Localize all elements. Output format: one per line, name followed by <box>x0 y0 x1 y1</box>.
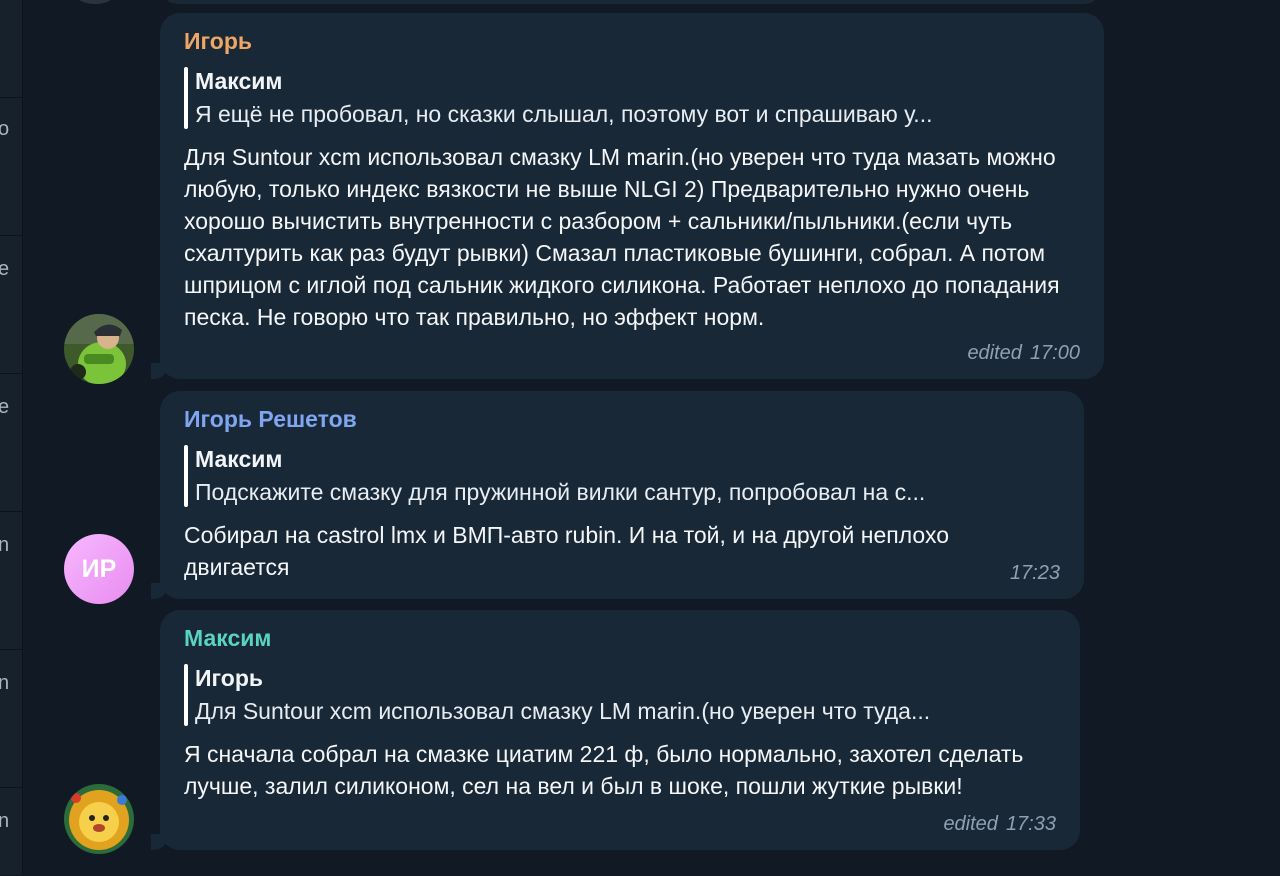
reply-text: Я ещё не пробовал, но сказки слышал, поэ… <box>195 101 933 127</box>
previous-avatar[interactable] <box>70 0 120 4</box>
lion-cartoon-avatar <box>64 784 134 854</box>
chat-list-strip[interactable]: o e e n n n <box>0 0 23 875</box>
reply-quote[interactable]: Игорь Для Suntour xcm использовал смазку… <box>184 662 1056 728</box>
message-bubble[interactable]: Игорь Максим Я ещё не пробовал, но сказк… <box>151 13 1104 379</box>
reply-quote[interactable]: Максим Подскажите смазку для пружинной в… <box>184 443 1060 509</box>
avatar[interactable] <box>64 784 134 854</box>
reply-author: Игорь <box>195 665 264 691</box>
chat-list-divider <box>0 235 22 236</box>
edited-label: edited <box>943 813 998 835</box>
message-bubble[interactable]: Максим Игорь Для Suntour xcm использовал… <box>151 610 1080 850</box>
edited-label: edited <box>967 342 1022 364</box>
chat-list-letter: n <box>0 534 10 556</box>
sender-name[interactable]: Максим <box>184 624 1056 652</box>
reply-quote[interactable]: Максим Я ещё не пробовал, но сказки слыш… <box>184 65 1080 131</box>
sender-name[interactable]: Игорь <box>184 27 1080 55</box>
message-text: Я сначала собрал на смазке циатим 221 ф,… <box>184 741 1024 799</box>
chat-list-letter: n <box>0 810 10 832</box>
chat-list-letter: n <box>0 672 10 694</box>
reply-author: Максим <box>195 446 283 472</box>
chat-list-letter: e <box>0 258 10 280</box>
next-message-edge <box>862 864 1062 876</box>
sender-name[interactable]: Игорь Решетов <box>184 405 1060 433</box>
chat-list-letter: e <box>0 396 10 418</box>
message-meta: 17:23 <box>1010 562 1060 585</box>
message-time: 17:00 <box>1029 342 1080 364</box>
message-meta: edited 17:33 <box>943 813 1056 836</box>
message-bubble[interactable]: Игорь Решетов Максим Подскажите смазку д… <box>151 391 1084 599</box>
chat-list-divider <box>0 787 22 788</box>
chat-list-divider <box>0 97 22 98</box>
avatar[interactable] <box>64 314 134 384</box>
message-text: Для Suntour xcm использовал смазку LM ma… <box>184 144 1060 330</box>
avatar[interactable]: ИР <box>64 534 134 604</box>
message-time: 17:33 <box>1005 813 1056 835</box>
message-meta: edited 17:00 <box>967 342 1080 365</box>
chat-list-letter: o <box>0 118 10 140</box>
message-text: Собирал на castrol lmx и ВМП-авто rubin.… <box>184 522 949 580</box>
reply-text: Для Suntour xcm использовал смазку LM ma… <box>195 698 931 724</box>
message-time: 17:23 <box>1009 562 1060 584</box>
chat-list-divider <box>0 511 22 512</box>
previous-message-bubble[interactable] <box>160 0 1102 4</box>
reply-text: Подскажите смазку для пружинной вилки са… <box>195 479 926 505</box>
chat-list-divider <box>0 373 22 374</box>
avatar-initials: ИР <box>81 554 117 583</box>
cyclist-photo-avatar <box>64 314 134 384</box>
chat-list-divider <box>0 649 22 650</box>
reply-author: Максим <box>195 68 283 94</box>
